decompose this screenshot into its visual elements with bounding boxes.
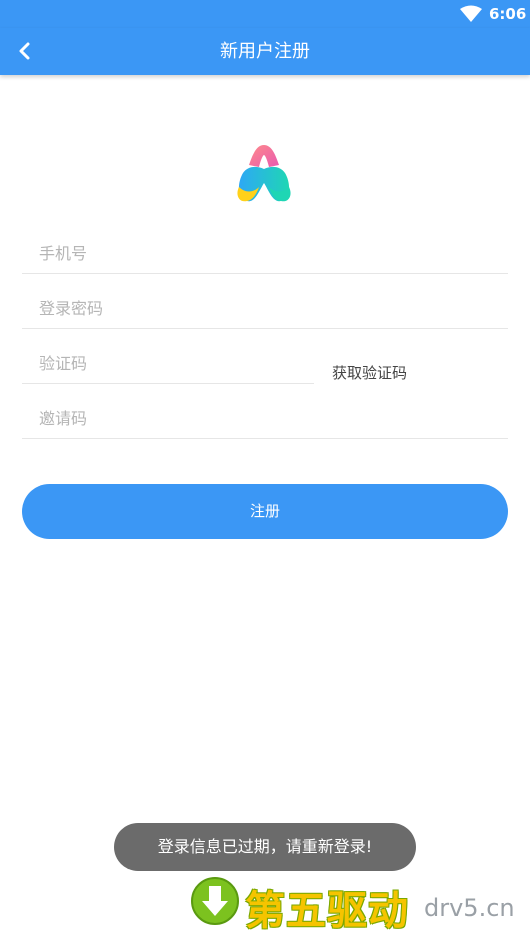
phone-field[interactable] — [22, 234, 508, 274]
status-bar: 6:06 — [0, 0, 530, 28]
watermark-en-text: drv5.cn — [424, 894, 515, 922]
status-time: 6:06 — [489, 5, 527, 23]
get-code-button[interactable]: 获取验证码 — [332, 362, 407, 383]
invite-input[interactable] — [22, 399, 508, 438]
phone-input[interactable] — [22, 234, 508, 273]
register-button[interactable]: 注册 — [22, 484, 508, 539]
password-input[interactable] — [22, 289, 508, 328]
invite-field[interactable] — [22, 399, 508, 439]
wifi-icon — [460, 5, 482, 22]
page-title: 新用户注册 — [220, 41, 310, 62]
code-field[interactable] — [22, 344, 314, 384]
toast-message: 登录信息已过期，请重新登录! — [114, 823, 416, 871]
password-field[interactable] — [22, 289, 508, 329]
app-bar: 新用户注册 — [0, 28, 530, 75]
watermark-cn-text: 第五驱动 — [245, 888, 409, 934]
code-input[interactable] — [22, 344, 314, 383]
watermark: 第五驱动 drv5.cn — [190, 874, 520, 934]
download-arrow-icon — [191, 877, 239, 925]
app-logo-icon — [237, 145, 291, 202]
